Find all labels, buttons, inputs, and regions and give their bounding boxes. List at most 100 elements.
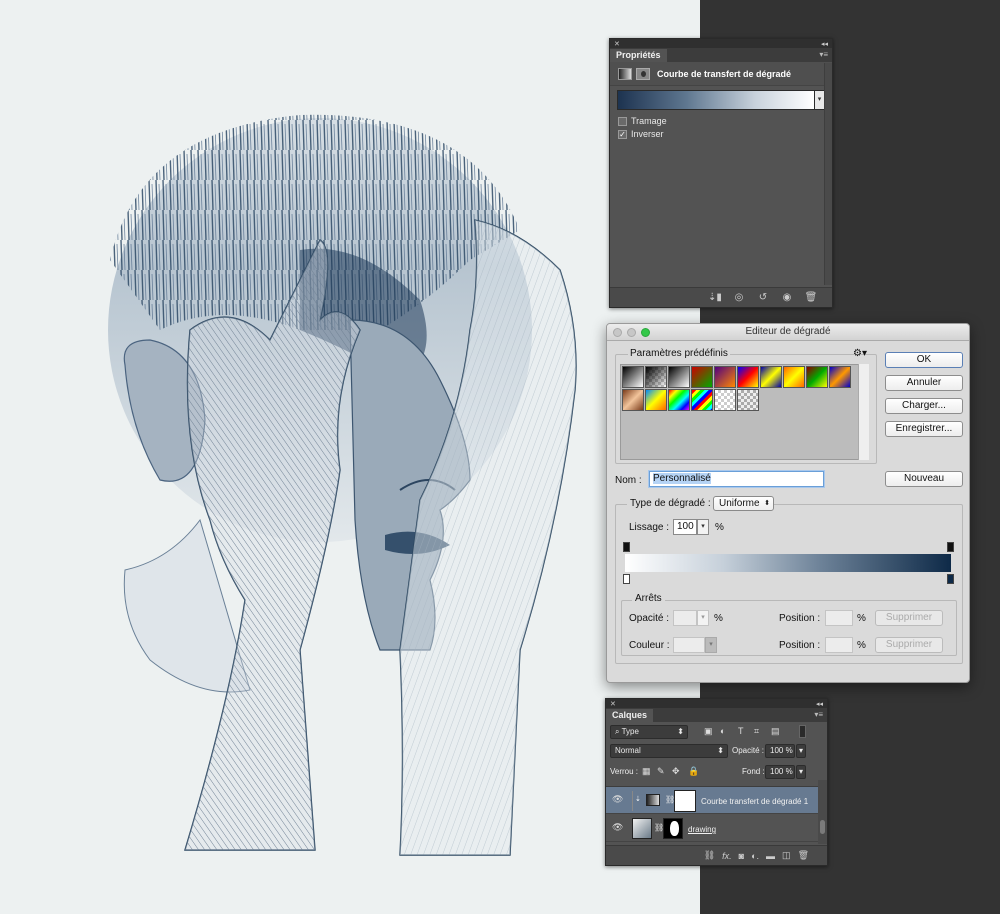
adjustment-icon[interactable]: ◐. — [751, 851, 759, 861]
cancel-button[interactable]: Annuler — [885, 375, 963, 391]
collapse-icon[interactable]: ◂◂ — [816, 700, 823, 708]
panel-menu-icon[interactable]: ▾≡ — [819, 50, 828, 59]
preset-swatch[interactable] — [760, 366, 782, 388]
preset-swatch[interactable] — [783, 366, 805, 388]
fill-dropdown-icon[interactable]: ▾ — [796, 765, 806, 779]
opacity-position-field[interactable] — [825, 610, 853, 626]
stop-color-swatch[interactable] — [673, 637, 705, 653]
preset-swatch[interactable] — [668, 366, 690, 388]
checkbox-box[interactable] — [618, 116, 627, 126]
eye-icon[interactable]: 👁 — [612, 794, 623, 805]
filter-toggle[interactable] — [799, 725, 806, 738]
layer-name[interactable]: Courbe transfert de dégradé 1 — [701, 797, 808, 806]
delete-color-stop-button[interactable]: Supprimer — [875, 637, 943, 653]
tab-properties[interactable]: Propriétés — [610, 49, 667, 62]
stop-color-dropdown-icon[interactable]: ▾ — [705, 637, 717, 653]
preset-swatch[interactable] — [691, 366, 713, 388]
new-button[interactable]: Nouveau — [885, 471, 963, 487]
color-stop-right[interactable] — [947, 574, 954, 584]
scrollbar[interactable] — [824, 63, 832, 285]
layers-scrollbar[interactable] — [818, 780, 827, 844]
filter-type-icon[interactable]: T — [738, 726, 744, 736]
preset-swatch[interactable] — [691, 389, 713, 411]
view-previous-icon[interactable]: ◎ — [732, 292, 746, 303]
layer-row-drawing[interactable]: 👁 ⛓ drawing — [606, 815, 820, 842]
save-button[interactable]: Enregistrer... — [885, 421, 963, 437]
preset-swatch[interactable] — [806, 366, 828, 388]
ok-button[interactable]: OK — [885, 352, 963, 368]
blend-mode-select[interactable]: Normal ⬍ — [610, 744, 728, 758]
preset-swatch[interactable] — [622, 389, 644, 411]
gear-icon[interactable]: ⚙▾ — [853, 348, 867, 359]
visibility-icon[interactable]: ◉ — [780, 292, 794, 303]
tab-layers[interactable]: Calques — [606, 709, 654, 722]
name-field[interactable]: Personnalisé — [649, 471, 824, 487]
preset-swatch[interactable] — [622, 366, 644, 388]
smoothness-dropdown-icon[interactable]: ▾ — [697, 519, 709, 535]
collapse-icon[interactable]: ◂◂ — [821, 40, 828, 48]
zoom-window-icon[interactable] — [641, 328, 650, 337]
gradient-ramp[interactable] — [625, 554, 951, 572]
canvas-artwork[interactable] — [0, 0, 700, 914]
filter-shape-icon[interactable]: ⌗ — [754, 726, 759, 737]
preset-swatch[interactable] — [714, 389, 736, 411]
preset-swatch[interactable] — [668, 389, 690, 411]
close-icon[interactable]: ✕ — [610, 700, 616, 708]
lock-pixels-icon[interactable]: ✎ — [657, 766, 665, 777]
layer-mask-thumbnail[interactable] — [674, 790, 696, 812]
layer-filter-select[interactable]: ⌕ Type ⬍ — [610, 725, 688, 739]
preset-swatch[interactable] — [645, 366, 667, 388]
preset-swatch[interactable] — [737, 389, 759, 411]
delete-icon[interactable]: 🗑 — [804, 292, 818, 303]
load-button[interactable]: Charger... — [885, 398, 963, 414]
link-icon[interactable]: ⛓ — [704, 850, 715, 861]
preset-swatch[interactable] — [737, 366, 759, 388]
eye-icon[interactable]: 👁 — [612, 822, 623, 833]
checkbox-box-checked[interactable]: ✓ — [618, 129, 627, 139]
gradient-preview[interactable] — [617, 90, 815, 110]
mask-icon[interactable]: ◙ — [739, 851, 744, 861]
lock-all-icon[interactable]: 🔒 — [688, 766, 699, 777]
opacity-stop-left[interactable] — [623, 542, 630, 552]
color-stop-left[interactable] — [623, 574, 630, 584]
color-position-label: Position : — [779, 640, 821, 651]
close-icon[interactable]: ✕ — [614, 40, 620, 48]
fx-icon[interactable]: fx. — [722, 851, 732, 861]
layer-mask-thumbnail[interactable] — [663, 818, 683, 839]
stop-opacity-dropdown-icon[interactable]: ▾ — [697, 610, 709, 626]
group-icon[interactable]: ▬ — [766, 851, 775, 861]
new-layer-icon[interactable]: ◫ — [782, 850, 791, 861]
layer-fill-field[interactable]: 100 % — [765, 765, 795, 779]
delete-opacity-stop-button[interactable]: Supprimer — [875, 610, 943, 626]
lock-position-icon[interactable]: ✥ — [672, 766, 680, 777]
scrollbar-thumb[interactable] — [820, 820, 825, 834]
layer-opacity-field[interactable]: 100 % — [765, 744, 795, 758]
color-position-field[interactable] — [825, 637, 853, 653]
layer-name[interactable]: drawing — [688, 825, 716, 834]
presets-scrollbar[interactable] — [858, 364, 869, 460]
preset-swatch[interactable] — [829, 366, 851, 388]
preset-swatch[interactable] — [645, 389, 667, 411]
preset-swatch[interactable] — [714, 366, 736, 388]
layer-thumbnail[interactable] — [632, 818, 652, 839]
dither-checkbox[interactable]: Tramage — [618, 116, 667, 126]
stop-opacity-field[interactable] — [673, 610, 697, 626]
reset-icon[interactable]: ↺ — [756, 292, 770, 303]
filter-smart-object-icon[interactable]: ▤ — [771, 726, 780, 737]
smoothness-field[interactable]: 100 — [673, 519, 697, 535]
lock-transparency-icon[interactable]: ▦ — [642, 766, 651, 777]
close-window-icon[interactable] — [613, 328, 622, 337]
layer-row-gradient-map[interactable]: 👁 ⇣ ⛓ Courbe transfert de dégradé 1 — [606, 786, 820, 814]
gradient-map-icon[interactable] — [618, 67, 632, 80]
filter-adjustment-icon[interactable]: ◐ — [720, 726, 725, 736]
layer-mask-icon[interactable] — [636, 67, 650, 80]
opacity-stop-right[interactable] — [947, 542, 954, 552]
gradient-type-select[interactable]: Uniforme ⬍ — [713, 496, 774, 511]
clip-to-layer-icon[interactable]: ⇣▮ — [708, 292, 722, 303]
opacity-dropdown-icon[interactable]: ▾ — [796, 744, 806, 758]
filter-pixel-icon[interactable]: ▣ — [704, 726, 713, 737]
panel-menu-icon[interactable]: ▾≡ — [814, 710, 823, 719]
reverse-checkbox[interactable]: ✓ Inverser — [618, 129, 664, 139]
minimize-window-icon[interactable] — [627, 328, 636, 337]
trash-icon[interactable]: 🗑 — [798, 850, 809, 861]
